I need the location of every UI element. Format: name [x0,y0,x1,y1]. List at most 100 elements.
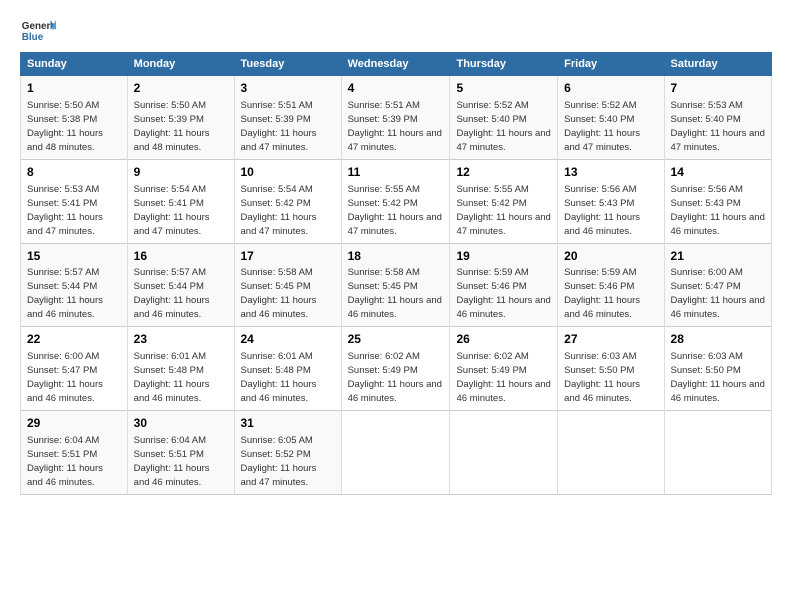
day-cell [558,411,664,495]
day-number: 29 [27,415,121,432]
day-cell: 14 Sunrise: 5:56 AMSunset: 5:43 PMDaylig… [664,159,771,243]
day-number: 1 [27,80,121,97]
day-number: 22 [27,331,121,348]
day-cell: 11 Sunrise: 5:55 AMSunset: 5:42 PMDaylig… [341,159,450,243]
calendar-header-row: SundayMondayTuesdayWednesdayThursdayFrid… [21,53,772,76]
day-info: Sunrise: 5:57 AMSunset: 5:44 PMDaylight:… [134,267,210,320]
day-cell: 12 Sunrise: 5:55 AMSunset: 5:42 PMDaylig… [450,159,558,243]
day-number: 20 [564,248,657,265]
day-number: 18 [348,248,444,265]
day-info: Sunrise: 5:52 AMSunset: 5:40 PMDaylight:… [456,100,550,153]
day-number: 9 [134,164,228,181]
day-info: Sunrise: 5:54 AMSunset: 5:42 PMDaylight:… [241,184,317,237]
day-info: Sunrise: 6:04 AMSunset: 5:51 PMDaylight:… [27,435,103,488]
day-cell: 1 Sunrise: 5:50 AMSunset: 5:38 PMDayligh… [21,76,128,160]
day-info: Sunrise: 5:50 AMSunset: 5:39 PMDaylight:… [134,100,210,153]
day-cell: 28 Sunrise: 6:03 AMSunset: 5:50 PMDaylig… [664,327,771,411]
day-cell: 7 Sunrise: 5:53 AMSunset: 5:40 PMDayligh… [664,76,771,160]
day-number: 8 [27,164,121,181]
day-info: Sunrise: 6:01 AMSunset: 5:48 PMDaylight:… [241,351,317,404]
day-cell: 19 Sunrise: 5:59 AMSunset: 5:46 PMDaylig… [450,243,558,327]
day-cell: 16 Sunrise: 5:57 AMSunset: 5:44 PMDaylig… [127,243,234,327]
day-cell [341,411,450,495]
day-number: 6 [564,80,657,97]
day-info: Sunrise: 5:59 AMSunset: 5:46 PMDaylight:… [456,267,550,320]
day-number: 28 [671,331,765,348]
day-number: 7 [671,80,765,97]
column-header-sunday: Sunday [21,53,128,76]
day-cell: 22 Sunrise: 6:00 AMSunset: 5:47 PMDaylig… [21,327,128,411]
day-info: Sunrise: 5:51 AMSunset: 5:39 PMDaylight:… [348,100,442,153]
week-row-4: 22 Sunrise: 6:00 AMSunset: 5:47 PMDaylig… [21,327,772,411]
day-info: Sunrise: 6:00 AMSunset: 5:47 PMDaylight:… [27,351,103,404]
day-info: Sunrise: 6:00 AMSunset: 5:47 PMDaylight:… [671,267,765,320]
day-info: Sunrise: 5:53 AMSunset: 5:41 PMDaylight:… [27,184,103,237]
day-number: 23 [134,331,228,348]
day-number: 5 [456,80,551,97]
day-info: Sunrise: 6:02 AMSunset: 5:49 PMDaylight:… [348,351,442,404]
day-number: 15 [27,248,121,265]
column-header-thursday: Thursday [450,53,558,76]
day-number: 25 [348,331,444,348]
header: General Blue [20,16,772,44]
day-cell: 31 Sunrise: 6:05 AMSunset: 5:52 PMDaylig… [234,411,341,495]
day-cell: 9 Sunrise: 5:54 AMSunset: 5:41 PMDayligh… [127,159,234,243]
day-cell: 8 Sunrise: 5:53 AMSunset: 5:41 PMDayligh… [21,159,128,243]
logo-icon: General Blue [20,16,56,44]
day-info: Sunrise: 5:56 AMSunset: 5:43 PMDaylight:… [564,184,640,237]
day-cell: 29 Sunrise: 6:04 AMSunset: 5:51 PMDaylig… [21,411,128,495]
day-number: 31 [241,415,335,432]
week-row-2: 8 Sunrise: 5:53 AMSunset: 5:41 PMDayligh… [21,159,772,243]
week-row-5: 29 Sunrise: 6:04 AMSunset: 5:51 PMDaylig… [21,411,772,495]
day-number: 16 [134,248,228,265]
day-cell: 3 Sunrise: 5:51 AMSunset: 5:39 PMDayligh… [234,76,341,160]
column-header-monday: Monday [127,53,234,76]
day-cell [450,411,558,495]
day-number: 12 [456,164,551,181]
day-cell: 25 Sunrise: 6:02 AMSunset: 5:49 PMDaylig… [341,327,450,411]
day-info: Sunrise: 6:05 AMSunset: 5:52 PMDaylight:… [241,435,317,488]
column-header-tuesday: Tuesday [234,53,341,76]
day-cell: 10 Sunrise: 5:54 AMSunset: 5:42 PMDaylig… [234,159,341,243]
day-number: 26 [456,331,551,348]
day-info: Sunrise: 5:50 AMSunset: 5:38 PMDaylight:… [27,100,103,153]
day-cell: 30 Sunrise: 6:04 AMSunset: 5:51 PMDaylig… [127,411,234,495]
day-number: 21 [671,248,765,265]
day-info: Sunrise: 5:52 AMSunset: 5:40 PMDaylight:… [564,100,640,153]
day-cell: 17 Sunrise: 5:58 AMSunset: 5:45 PMDaylig… [234,243,341,327]
day-cell: 6 Sunrise: 5:52 AMSunset: 5:40 PMDayligh… [558,76,664,160]
week-row-1: 1 Sunrise: 5:50 AMSunset: 5:38 PMDayligh… [21,76,772,160]
day-info: Sunrise: 6:04 AMSunset: 5:51 PMDaylight:… [134,435,210,488]
day-info: Sunrise: 6:02 AMSunset: 5:49 PMDaylight:… [456,351,550,404]
column-header-wednesday: Wednesday [341,53,450,76]
day-info: Sunrise: 5:55 AMSunset: 5:42 PMDaylight:… [456,184,550,237]
calendar-body: 1 Sunrise: 5:50 AMSunset: 5:38 PMDayligh… [21,76,772,495]
calendar-table: SundayMondayTuesdayWednesdayThursdayFrid… [20,52,772,495]
day-cell: 4 Sunrise: 5:51 AMSunset: 5:39 PMDayligh… [341,76,450,160]
logo: General Blue [20,16,56,44]
day-cell [664,411,771,495]
day-number: 27 [564,331,657,348]
day-cell: 21 Sunrise: 6:00 AMSunset: 5:47 PMDaylig… [664,243,771,327]
day-info: Sunrise: 6:03 AMSunset: 5:50 PMDaylight:… [564,351,640,404]
day-number: 3 [241,80,335,97]
day-cell: 5 Sunrise: 5:52 AMSunset: 5:40 PMDayligh… [450,76,558,160]
day-number: 24 [241,331,335,348]
day-info: Sunrise: 5:56 AMSunset: 5:43 PMDaylight:… [671,184,765,237]
day-cell: 23 Sunrise: 6:01 AMSunset: 5:48 PMDaylig… [127,327,234,411]
day-info: Sunrise: 5:59 AMSunset: 5:46 PMDaylight:… [564,267,640,320]
column-header-saturday: Saturday [664,53,771,76]
day-number: 10 [241,164,335,181]
day-number: 19 [456,248,551,265]
day-info: Sunrise: 5:54 AMSunset: 5:41 PMDaylight:… [134,184,210,237]
day-number: 11 [348,164,444,181]
day-info: Sunrise: 5:53 AMSunset: 5:40 PMDaylight:… [671,100,765,153]
day-cell: 15 Sunrise: 5:57 AMSunset: 5:44 PMDaylig… [21,243,128,327]
day-number: 13 [564,164,657,181]
day-info: Sunrise: 5:58 AMSunset: 5:45 PMDaylight:… [241,267,317,320]
day-info: Sunrise: 5:58 AMSunset: 5:45 PMDaylight:… [348,267,442,320]
day-info: Sunrise: 5:51 AMSunset: 5:39 PMDaylight:… [241,100,317,153]
day-cell: 13 Sunrise: 5:56 AMSunset: 5:43 PMDaylig… [558,159,664,243]
day-number: 4 [348,80,444,97]
day-cell: 18 Sunrise: 5:58 AMSunset: 5:45 PMDaylig… [341,243,450,327]
